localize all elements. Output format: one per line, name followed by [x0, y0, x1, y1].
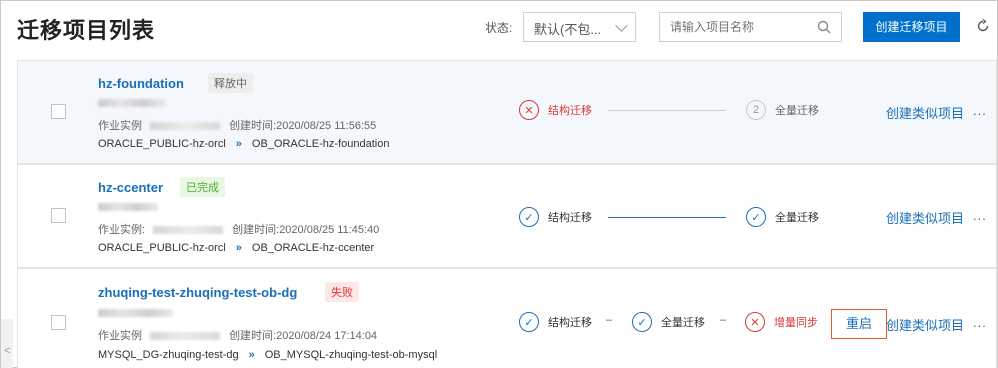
row-checkbox[interactable]: [51, 208, 66, 223]
step-label: 全量迁移: [775, 212, 819, 224]
more-actions-button[interactable]: ...: [973, 315, 987, 330]
step-schema-migration: ✕ 结构迁移: [519, 100, 592, 120]
create-project-button[interactable]: 创建迁移项目: [863, 12, 960, 42]
project-card: hz-ccenter 已完成 作业实例: 创建时间:2020/08/25 11:…: [17, 164, 997, 268]
project-meta: 作业实例 创建时间:2020/08/25 11:56:55: [98, 117, 376, 133]
step-label: 结构迁移: [548, 317, 592, 329]
redacted-id: [98, 309, 173, 317]
project-card: zhuqing-test-zhuqing-test-ob-dg 失败 作业实例 …: [17, 268, 997, 368]
search-icon[interactable]: [817, 20, 831, 34]
migration-route: ORACLE_PUBLIC-hz-orcl » OB_ORACLE-hz-found…: [98, 138, 389, 150]
page-title: 迁移项目列表: [17, 18, 156, 43]
target-db: OB_MYSQL-zhuqing-test-ob-mysql: [264, 349, 438, 361]
check-icon: ✓: [519, 207, 539, 227]
page-header: 迁移项目列表 状态: 默认(不包... 创建迁移项目: [1, 1, 997, 57]
double-chevron-right-icon: »: [235, 242, 242, 254]
step-label: 增量同步: [774, 317, 818, 329]
error-icon: ✕: [519, 100, 539, 120]
step-connector: [608, 217, 726, 218]
migration-route: ORACLE_PUBLIC-hz-orcl » OB_ORACLE-hz-ccent…: [98, 242, 374, 254]
step-connector: [608, 110, 726, 111]
instance-label: 作业实例:: [98, 224, 146, 236]
step-label: 全量迁移: [775, 105, 819, 117]
check-icon: ✓: [519, 312, 539, 332]
project-name-link[interactable]: hz-foundation: [98, 76, 184, 91]
target-db: OB_ORACLE-hz-ccenter: [251, 242, 375, 254]
status-filter-value: 默认(不包...: [534, 22, 602, 37]
step-full-migration: 2 全量迁移: [746, 100, 819, 120]
step-label: 全量迁移: [661, 317, 705, 329]
create-similar-link[interactable]: 创建类似项目: [886, 208, 964, 227]
check-icon: ✓: [632, 312, 652, 332]
created-time: 2020/08/24 17:14:04: [276, 330, 378, 342]
project-meta: 作业实例 创建时间:2020/08/24 17:14:04: [98, 327, 377, 343]
more-actions-button[interactable]: ...: [973, 208, 987, 223]
redacted-instance: [153, 226, 224, 235]
step-incremental-sync: ✕ 增量同步: [745, 312, 818, 332]
row-checkbox[interactable]: [51, 104, 66, 119]
status-badge: 已完成: [180, 177, 225, 197]
source-db: ORACLE_PUBLIC-hz-orcl: [98, 242, 226, 254]
redacted-id: [98, 203, 158, 211]
status-badge: 释放中: [208, 73, 253, 93]
step-schema-migration: ✓ 结构迁移: [519, 312, 592, 332]
migration-route: MYSQL_DG-zhuqing-test-dg » OB_MYSQL-zhuqin…: [98, 349, 437, 361]
refresh-icon[interactable]: [976, 19, 990, 33]
status-badge: 失败: [325, 282, 359, 302]
row-checkbox[interactable]: [51, 315, 66, 330]
instance-label: 作业实例: [98, 120, 142, 132]
step-connector: –: [606, 314, 613, 326]
target-db: OB_ORACLE-hz-foundation: [251, 138, 390, 150]
step-full-migration: ✓ 全量迁移: [746, 207, 819, 227]
pending-step-icon: 2: [746, 100, 766, 120]
double-chevron-right-icon: »: [235, 138, 242, 150]
status-filter-select[interactable]: 默认(不包...: [523, 12, 636, 42]
redacted-instance: [150, 122, 220, 131]
restart-button[interactable]: 重启: [831, 309, 887, 339]
step-schema-migration: ✓ 结构迁移: [519, 207, 592, 227]
project-meta: 作业实例: 创建时间:2020/08/25 11:45:40: [98, 221, 379, 237]
status-filter-label: 状态:: [485, 21, 513, 35]
project-card: hz-foundation 释放中 作业实例 创建时间:2020/08/25 1…: [17, 60, 997, 164]
search-box: [659, 12, 842, 42]
instance-label: 作业实例: [98, 330, 142, 342]
step-full-migration: ✓ 全量迁移: [632, 312, 705, 332]
search-input[interactable]: [660, 13, 810, 41]
source-db: MYSQL_DG-zhuqing-test-dg: [98, 349, 239, 361]
created-time: 2020/08/25 11:45:40: [279, 224, 380, 236]
source-db: ORACLE_PUBLIC-hz-orcl: [98, 138, 226, 150]
create-similar-link[interactable]: 创建类似项目: [886, 103, 964, 122]
created-label: 创建时间:: [229, 120, 277, 132]
step-connector: –: [720, 314, 727, 326]
created-label: 创建时间:: [232, 224, 280, 236]
created-time: 2020/08/25 11:56:55: [276, 120, 377, 132]
chevron-down-icon: [615, 19, 628, 32]
project-name-link[interactable]: zhuqing-test-zhuqing-test-ob-dg: [98, 285, 297, 300]
redacted-id: [98, 99, 166, 107]
double-chevron-right-icon: »: [248, 349, 255, 361]
error-icon: ✕: [745, 312, 765, 332]
step-label: 结构迁移: [548, 105, 592, 117]
step-label: 结构迁移: [548, 212, 592, 224]
project-list: hz-foundation 释放中 作业实例 创建时间:2020/08/25 1…: [1, 57, 997, 368]
create-similar-link[interactable]: 创建类似项目: [886, 315, 964, 334]
check-icon: ✓: [746, 207, 766, 227]
redacted-instance: [150, 332, 220, 341]
chevron-left-icon: <: [4, 345, 11, 357]
created-label: 创建时间:: [229, 330, 277, 342]
horizontal-scroll-handle[interactable]: <: [1, 319, 13, 368]
project-name-link[interactable]: hz-ccenter: [98, 180, 163, 195]
more-actions-button[interactable]: ...: [973, 103, 987, 118]
